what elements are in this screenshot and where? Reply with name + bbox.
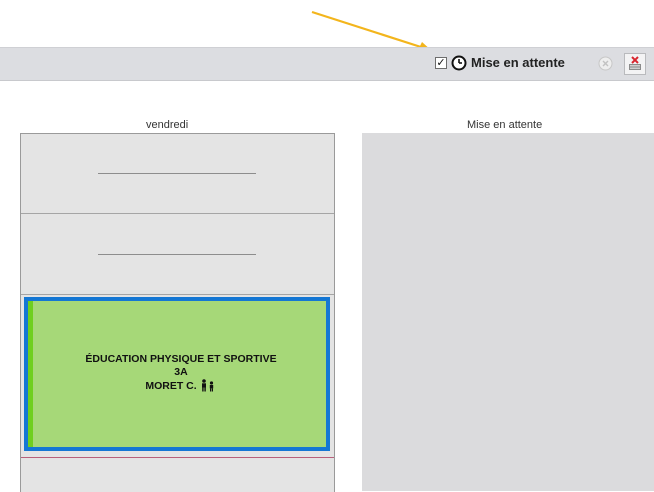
course-color-stripe	[28, 301, 33, 447]
day-column-vendredi: ÉDUCATION PHYSIQUE ET SPORTIVE 3A MORET …	[20, 133, 335, 492]
mise-en-attente-checkbox[interactable]: ✓	[435, 57, 447, 69]
check-mark-icon: ✓	[436, 57, 446, 69]
toolbar: ✓ Mise en attente	[0, 47, 654, 81]
slot-divider	[98, 254, 256, 255]
slot-divider	[98, 173, 256, 174]
course-group: 3A	[174, 366, 188, 378]
time-slot[interactable]	[21, 214, 334, 295]
course-card[interactable]: ÉDUCATION PHYSIQUE ET SPORTIVE 3A MORET …	[24, 297, 330, 451]
circle-x-icon[interactable]	[598, 56, 613, 71]
exit-icon	[629, 56, 641, 70]
mise-en-attente-label[interactable]: Mise en attente	[471, 55, 565, 70]
course-details: ÉDUCATION PHYSIQUE ET SPORTIVE 3A MORET …	[38, 353, 324, 393]
course-subject: ÉDUCATION PHYSIQUE ET SPORTIVE	[85, 353, 277, 365]
people-icon	[201, 379, 213, 392]
time-slot[interactable]	[21, 134, 334, 214]
course-teacher: MORET C.	[145, 380, 197, 392]
clock-icon	[451, 55, 467, 71]
exit-button[interactable]	[624, 53, 646, 75]
day-column-header: vendredi	[146, 119, 189, 131]
mise-en-attente-panel[interactable]	[362, 133, 654, 491]
waiting-column-header: Mise en attente	[467, 119, 543, 131]
course-teacher-line: MORET C.	[38, 379, 324, 393]
slot-separator	[21, 457, 334, 458]
